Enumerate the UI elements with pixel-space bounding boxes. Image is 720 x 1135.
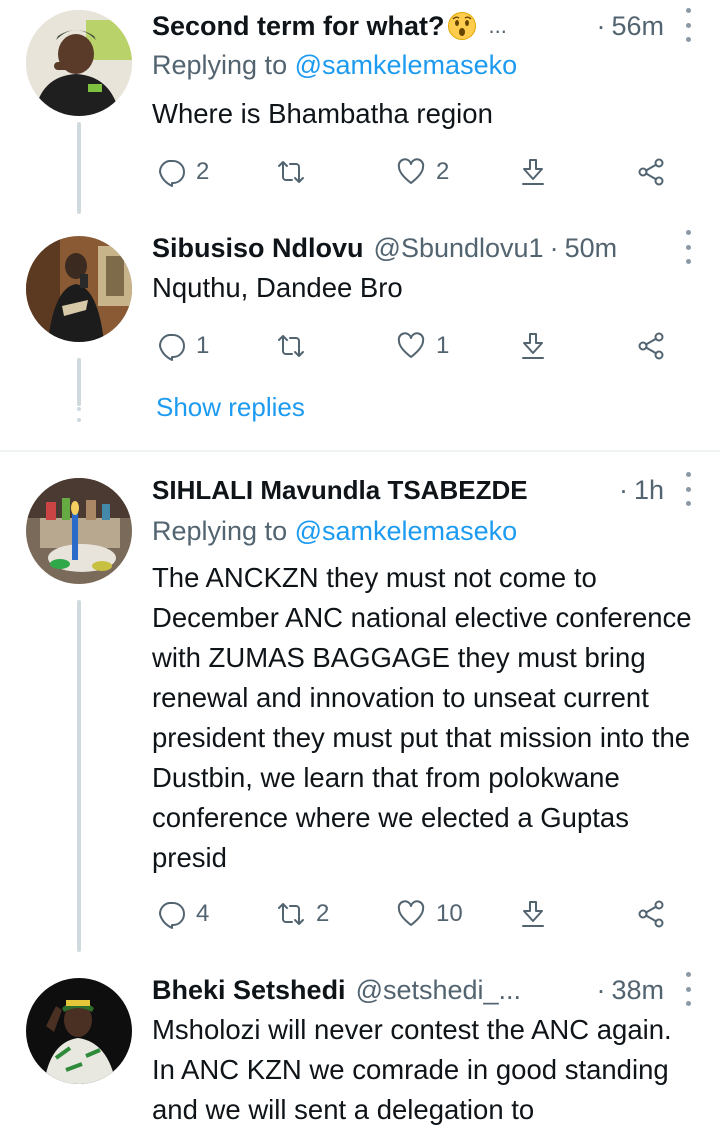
avatar-image [26, 10, 132, 116]
reply-count: 1 [196, 332, 210, 359]
reply-count: 2 [196, 158, 210, 185]
author-name[interactable]: Bheki Setshedi [152, 975, 346, 1006]
heart-icon [397, 332, 425, 358]
reply-icon [158, 902, 185, 929]
timestamp[interactable]: 50m [565, 233, 618, 264]
heart-icon [397, 158, 425, 184]
tweet-4[interactable]: Bheki Setshedi @setshedi_... · 38m Mshol… [0, 962, 720, 1135]
more-vertical-icon[interactable] [682, 230, 694, 264]
share-icon [638, 158, 664, 186]
tweet-2[interactable]: Sibusiso Ndlovu @Sbundlovu1 · 50m Nquthu… [0, 220, 720, 406]
tweet-header: Bheki Setshedi @setshedi_... · 38m [152, 970, 702, 1010]
tweet-1[interactable]: Second term for what? ... · 56m Replying… [0, 0, 720, 214]
author-name[interactable]: Second term for what? [152, 11, 445, 42]
time-separator: · [596, 10, 606, 41]
avatar-image [26, 478, 132, 584]
astonished-face-icon [447, 12, 476, 40]
name-ellipsis: ... [488, 13, 507, 38]
more-vertical-icon[interactable] [682, 472, 694, 506]
replying-prefix: Replying to [152, 516, 288, 546]
download-button[interactable] [518, 154, 548, 190]
tweet-header: SIHLALI Mavundla TSABEZDE · 1h [152, 470, 702, 510]
download-icon [522, 333, 544, 359]
reply-button[interactable]: 4 [156, 896, 209, 932]
download-icon [522, 901, 544, 927]
avatar-image [26, 236, 132, 342]
like-button[interactable]: 1 [396, 328, 449, 364]
share-button[interactable] [636, 154, 666, 190]
avatar[interactable] [26, 10, 132, 116]
replying-mention[interactable]: @samkelemaseko [295, 516, 518, 546]
replying-to: Replying to @samkelemaseko [152, 516, 517, 547]
tweet-text: Nquthu, Dandee Bro [152, 272, 403, 303]
time-separator: · [596, 974, 606, 1005]
divider [0, 450, 720, 452]
reply-button[interactable]: 2 [156, 154, 209, 190]
author-handle[interactable]: @Sbundlovu1 [374, 233, 544, 264]
retweet-count: 2 [316, 900, 330, 927]
tweet-text: The ANCKZN they must not come to Decembe… [152, 562, 692, 873]
tweet-text: Where is Bhambatha region [152, 98, 493, 129]
tweet-actions: 4 2 10 [152, 896, 700, 932]
time-separator: · [549, 232, 559, 263]
tweet-actions: 1 1 [152, 328, 700, 364]
tweet-3[interactable]: SIHLALI Mavundla TSABEZDE · 1h Replying … [0, 466, 720, 952]
more-vertical-icon[interactable] [682, 8, 694, 42]
like-button[interactable]: 10 [396, 896, 463, 932]
thread-continuation-dots [74, 396, 84, 422]
reply-icon [158, 160, 185, 187]
share-button[interactable] [636, 328, 666, 364]
avatar[interactable] [26, 478, 132, 584]
timestamp[interactable]: 1h [634, 475, 664, 506]
thread-line [77, 600, 81, 952]
timestamp[interactable]: 56m [611, 11, 664, 42]
replying-to: Replying to @samkelemaseko [152, 50, 517, 81]
time-separator: · [618, 474, 628, 505]
show-replies-link[interactable]: Show replies [156, 392, 305, 423]
retweet-icon [278, 903, 304, 925]
like-count: 1 [436, 332, 450, 359]
avatar[interactable] [26, 236, 132, 342]
author-name[interactable]: Sibusiso Ndlovu [152, 233, 364, 264]
retweet-button[interactable] [276, 154, 316, 190]
retweet-icon [278, 161, 304, 183]
more-vertical-icon[interactable] [682, 972, 694, 1006]
share-button[interactable] [636, 896, 666, 932]
download-icon [522, 159, 544, 185]
retweet-button[interactable]: 2 [276, 896, 329, 932]
download-button[interactable] [518, 328, 548, 364]
share-icon [638, 900, 664, 928]
timestamp[interactable]: 38m [611, 975, 664, 1006]
reply-button[interactable]: 1 [156, 328, 209, 364]
replying-mention[interactable]: @samkelemaseko [295, 50, 518, 80]
reply-icon [158, 334, 185, 361]
author-name[interactable]: SIHLALI Mavundla TSABEZDE [152, 475, 528, 506]
retweet-icon [278, 335, 304, 357]
tweet-text: Msholozi will never contest the ANC agai… [152, 1014, 672, 1125]
reply-count: 4 [196, 900, 210, 927]
like-count: 10 [436, 900, 463, 927]
thread-line [77, 122, 81, 214]
replying-prefix: Replying to [152, 50, 288, 80]
avatar-image [26, 978, 132, 1084]
download-button[interactable] [518, 896, 548, 932]
tweet-actions: 2 2 [152, 154, 700, 190]
tweet-header: Second term for what? ... · 56m [152, 6, 702, 46]
tweet-header: Sibusiso Ndlovu @Sbundlovu1 · 50m [152, 228, 702, 268]
heart-icon [397, 900, 425, 926]
author-handle[interactable]: @setshedi_... [356, 975, 522, 1006]
avatar[interactable] [26, 978, 132, 1084]
share-icon [638, 332, 664, 360]
like-count: 2 [436, 158, 450, 185]
retweet-button[interactable] [276, 328, 316, 364]
like-button[interactable]: 2 [396, 154, 449, 190]
